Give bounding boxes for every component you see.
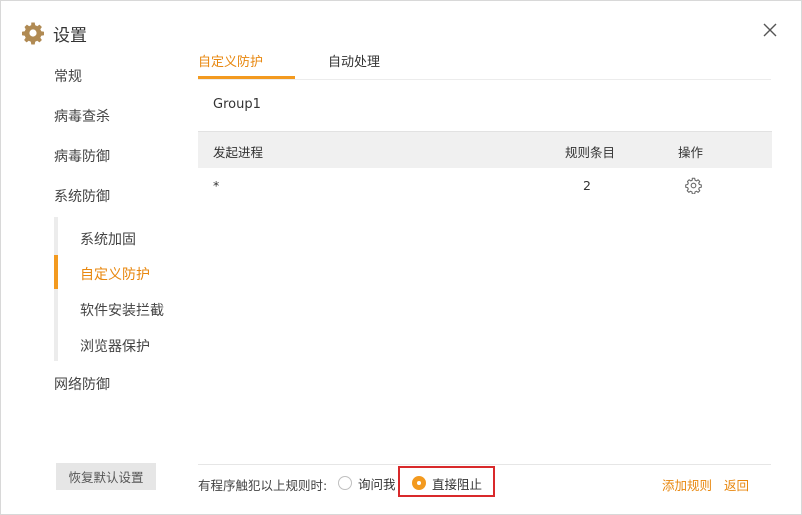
radio-ask-me[interactable]: 询问我 <box>338 473 396 493</box>
gear-icon[interactable] <box>685 177 702 194</box>
sidebar-subitem-software-install-block[interactable]: 软件安装拦截 <box>80 300 164 320</box>
cell-rule-count: 2 <box>583 178 591 193</box>
sidebar-subitem-system-hardening[interactable]: 系统加固 <box>80 229 136 249</box>
rules-table-header: 发起进程 规则条目 操作 <box>198 131 772 168</box>
submenu-active-indicator <box>54 255 58 289</box>
footer-divider <box>198 464 771 465</box>
column-header-process: 发起进程 <box>213 145 264 160</box>
table-row[interactable]: * 2 <box>198 168 772 204</box>
sidebar-item-system-defense[interactable]: 系统防御 <box>54 186 110 206</box>
tab-divider <box>198 79 771 80</box>
column-header-action: 操作 <box>678 145 704 160</box>
sidebar-item-virus-defense[interactable]: 病毒防御 <box>54 146 110 166</box>
sidebar: 常规 病毒查杀 病毒防御 系统防御 系统加固 自定义防护 软件安装拦截 浏览器保… <box>1 1 181 514</box>
add-rule-link[interactable]: 添加规则 <box>662 475 712 494</box>
reset-defaults-button[interactable]: 恢复默认设置 <box>56 463 156 490</box>
sidebar-subitem-custom-protection[interactable]: 自定义防护 <box>80 264 150 284</box>
sidebar-item-general[interactable]: 常规 <box>54 66 82 86</box>
sidebar-item-virus-scan[interactable]: 病毒查杀 <box>54 106 110 126</box>
submenu-track <box>54 217 58 361</box>
close-icon[interactable] <box>761 21 779 39</box>
violation-action-label: 有程序触犯以上规则时: <box>198 478 328 493</box>
sidebar-subitem-browser-protection[interactable]: 浏览器保护 <box>80 336 150 356</box>
tab-custom-protection[interactable]: 自定义防护 <box>198 51 263 70</box>
active-tab-indicator <box>198 76 295 79</box>
back-link[interactable]: 返回 <box>724 475 749 494</box>
radio-label-ask: 询问我 <box>358 476 396 492</box>
cell-process: * <box>213 178 220 193</box>
column-header-rule-count: 规则条目 <box>565 145 616 160</box>
sidebar-item-network-defense[interactable]: 网络防御 <box>54 374 110 394</box>
highlight-box <box>398 466 495 497</box>
tab-auto-handling[interactable]: 自动处理 <box>328 51 380 70</box>
group-name: Group1 <box>213 97 261 112</box>
radio-button-ask[interactable] <box>338 476 352 490</box>
